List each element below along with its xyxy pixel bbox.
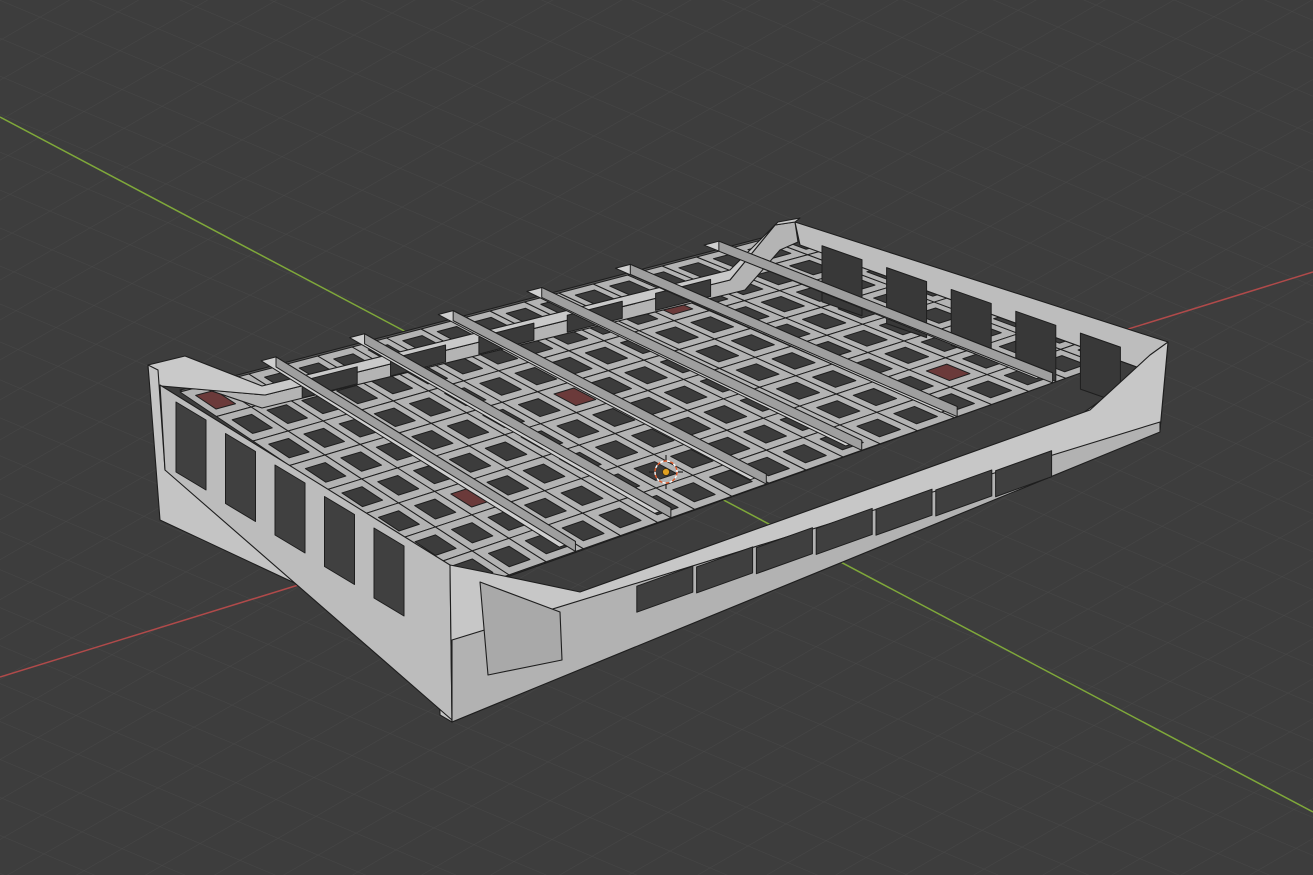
viewport-canvas[interactable] — [0, 0, 1313, 875]
3d-viewport[interactable] — [0, 0, 1313, 875]
